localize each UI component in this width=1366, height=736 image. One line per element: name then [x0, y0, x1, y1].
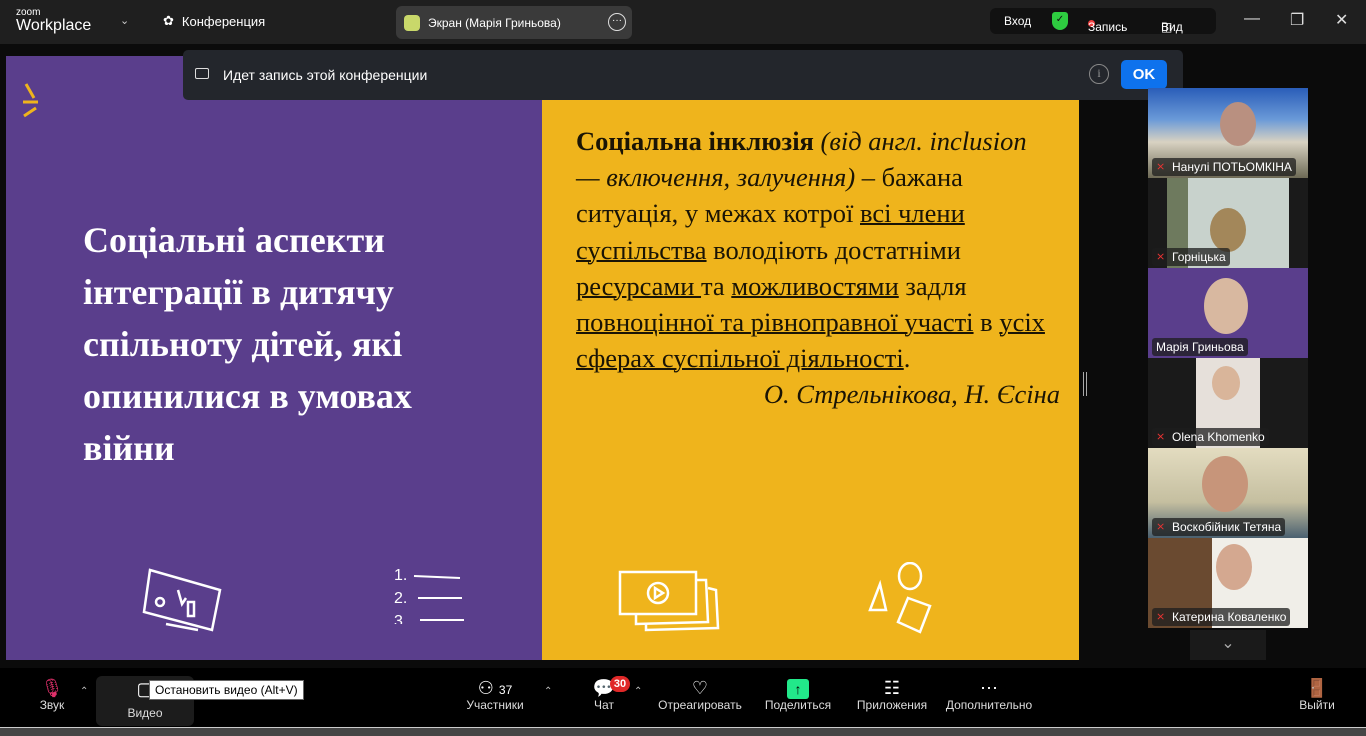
notice-text: Идет запись этой конференции	[223, 67, 428, 83]
grid-view-icon: ◫	[1161, 20, 1173, 34]
leave-button[interactable]: 🚪 Выйти	[1296, 668, 1338, 727]
close-button[interactable]: ✕	[1335, 10, 1348, 30]
signin-button[interactable]: Вход	[1004, 14, 1031, 28]
security-shield-icon[interactable]: ✓	[1052, 12, 1068, 30]
exit-door-icon: 🚪	[1305, 678, 1329, 698]
audio-options-caret[interactable]: ⌃	[80, 686, 88, 697]
mic-muted-icon: ⨯	[1156, 521, 1166, 533]
minimize-button[interactable]: —	[1244, 10, 1260, 28]
text: володіють достатніми	[706, 234, 961, 265]
participant-name: ⨯ Горніцька	[1152, 248, 1230, 266]
list-number: 1.	[394, 567, 407, 584]
chat-unread-badge: 30	[610, 676, 630, 692]
shapes-icon	[868, 562, 932, 634]
participant-name: ⨯ Нанулі ПОТЬОМКІНА	[1152, 158, 1296, 176]
participant-name: ⨯ Olena Khomenko	[1152, 428, 1269, 446]
participant-tile[interactable]: ⨯ Воскобійник Тетяна	[1148, 448, 1308, 538]
slide-definition: Соціальна інклюзія (від англ. inclusion …	[576, 123, 1060, 413]
people-icon: ✿	[163, 13, 174, 28]
participant-tile[interactable]: ⨯ Горніцька	[1148, 178, 1308, 268]
slide-right-panel: Соціальна інклюзія (від англ. inclusion …	[542, 56, 1079, 660]
participants-button[interactable]: ⚇ 37 Участники	[462, 668, 528, 727]
underlined-text: можливостями	[731, 270, 899, 301]
list-number: 2.	[394, 590, 407, 607]
participants-count: 37	[498, 683, 513, 697]
participant-gallery: ⨯ Нанулі ПОТЬОМКІНА ⨯ Горніцька Марія Грин…	[1148, 88, 1308, 628]
slide-title: Соціальні аспекти інтеграції в дитячу сп…	[83, 220, 412, 468]
underlined-text: повноцінної та рівноправної участі	[576, 307, 974, 338]
share-arrow-icon: ↑	[787, 679, 809, 699]
participant-name: ⨯ Катерина Коваленко	[1152, 608, 1291, 626]
list-number: 3.	[394, 613, 407, 624]
os-taskbar	[0, 727, 1366, 736]
more-options-icon[interactable]: ···	[608, 13, 626, 31]
info-icon[interactable]: i	[1089, 64, 1109, 84]
participant-tile[interactable]: ⨯ Катерина Коваленко	[1148, 538, 1308, 628]
avatar	[404, 14, 420, 31]
text: задля	[898, 270, 967, 301]
participant-tile[interactable]: ⨯ Olena Khomenko	[1148, 358, 1308, 448]
mic-muted-icon: ⨯	[1156, 251, 1166, 263]
chevron-down-icon[interactable]: ⌄	[120, 14, 129, 27]
mic-muted-icon: ⨯	[1156, 611, 1166, 623]
mic-muted-icon: ⨯	[1156, 161, 1166, 173]
screen-share-indicator[interactable]: Экран (Марія Гриньова) ···	[396, 6, 632, 39]
slide-left-panel: Соціальні аспекти інтеграції в дитячу сп…	[6, 56, 542, 660]
mic-muted-icon: 🎙	[40, 678, 64, 698]
video-slides-icon	[618, 570, 720, 632]
title-bar: zoom Workplace ⌄ ✿ Конференция Экран (Марі…	[0, 0, 1366, 44]
text: в	[973, 307, 1000, 338]
restore-button[interactable]: ❐	[1290, 10, 1304, 30]
definition-term: Соціальна інклюзія	[576, 126, 814, 156]
heart-icon: ♡	[691, 678, 709, 698]
share-screen-button[interactable]: ↑ Поделиться	[762, 668, 834, 727]
meeting-info-button[interactable]: ✿ Конференция	[163, 13, 265, 29]
tablet-sketch-icon	[142, 568, 222, 632]
participant-name: Марія Гриньова	[1152, 338, 1248, 356]
text: .	[903, 343, 911, 374]
slide-author: О. Стрельнікова, Н. Єсіна	[763, 379, 1060, 410]
chat-options-caret[interactable]: ⌃	[634, 686, 642, 697]
video-tooltip: Остановить видео (Alt+V)	[149, 680, 304, 700]
participant-name: ⨯ Воскобійник Тетяна	[1152, 518, 1286, 536]
react-button[interactable]: ♡ Отреагировать	[656, 668, 744, 727]
more-button[interactable]: ⋯ Дополнительно	[942, 668, 1036, 727]
sparkle-icon	[23, 83, 38, 118]
chevron-down-icon: ⌄	[1221, 635, 1235, 652]
numbered-list-icon: 1. 2. 3.	[394, 567, 464, 624]
audio-button[interactable]: 🎙 Звук	[28, 668, 76, 727]
zoom-logo: zoom Workplace	[16, 7, 92, 34]
status-pill: Вход Запись Вид ◫	[990, 8, 1216, 34]
scroll-down-button[interactable]: ⌄	[1190, 630, 1266, 660]
shared-slide: Соціальні аспекти інтеграції в дитячу сп…	[6, 56, 1079, 660]
mic-muted-icon: ⨯	[1156, 431, 1166, 443]
participants-icon: ⚇ 37	[477, 678, 513, 698]
panel-resize-handle[interactable]	[1083, 372, 1087, 396]
more-icon: ⋯	[980, 678, 998, 698]
apps-button[interactable]: ☷ Приложения	[852, 668, 932, 727]
apps-icon: ☷	[883, 678, 901, 698]
underlined-text: ресурсами	[576, 270, 702, 301]
recording-notice-banner: Идет запись этой конференции i OK	[183, 50, 1183, 100]
participant-tile[interactable]: ⨯ Нанулі ПОТЬОМКІНА	[1148, 88, 1308, 178]
video-camera-icon	[195, 68, 209, 79]
participant-tile-active-speaker[interactable]: Марія Гриньова	[1148, 268, 1308, 358]
participants-options-caret[interactable]: ⌃	[544, 686, 552, 697]
text: та	[701, 270, 732, 301]
ok-button[interactable]: OK	[1121, 60, 1167, 89]
